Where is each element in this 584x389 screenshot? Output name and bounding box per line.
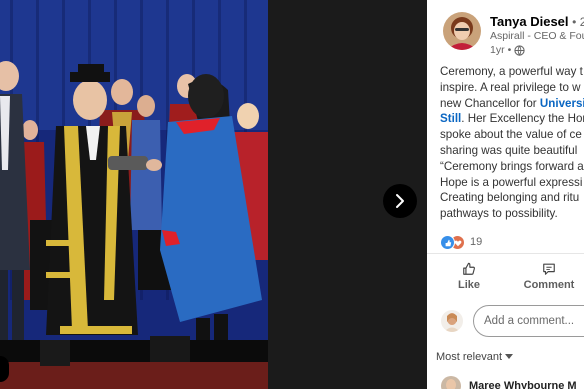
add-comment-input[interactable] [473, 305, 584, 337]
meta-separator: • [507, 44, 512, 56]
comment-label: Comment [523, 279, 575, 291]
ceremony-photo [0, 0, 268, 389]
post-text-line: “Ceremony brings forward a [440, 159, 584, 173]
post-text-line: Hope is a powerful expressi [440, 175, 583, 189]
university-link[interactable]: Universi [540, 97, 584, 110]
thumbs-up-icon [463, 262, 475, 275]
post-text-fragment: . Her Excellency the Hon [461, 112, 584, 126]
author-photo [443, 12, 481, 50]
commenter-photo [441, 376, 461, 389]
commenter-name[interactable]: Maree Whybourne M [469, 380, 577, 389]
like-label: Like [457, 279, 480, 291]
post-text-line: pathways to possibility. [440, 207, 558, 221]
author-name[interactable]: Tanya Diesel • 2n [490, 14, 584, 29]
comment-icon [543, 263, 555, 275]
globe-icon [514, 44, 525, 56]
post-text-line: new Chancellor for Universi [440, 96, 584, 112]
post-text-line: sharing was quite beautiful [440, 143, 578, 157]
comment-sort-dropdown[interactable]: Most relevant [436, 351, 514, 363]
current-user-avatar [441, 310, 463, 332]
next-image-button[interactable] [383, 184, 417, 218]
comment-item: Maree Whybourne M [441, 376, 577, 389]
post-viewer: Tanya Diesel • 2n Aspirall - CEO & Fou 1… [0, 0, 584, 389]
post-body: Ceremony, a powerful way t inspire. A re… [440, 64, 584, 222]
post-image-area [0, 0, 427, 389]
reaction-icons [440, 235, 466, 250]
chevron-right-icon [396, 194, 404, 208]
sort-label: Most relevant [436, 351, 503, 363]
comment-button[interactable]: Comment [513, 262, 584, 291]
post-text-line: Ceremony, a powerful way t [440, 65, 583, 78]
post-text-line: spoke about the value of ce [440, 128, 582, 142]
post-meta: 1yr • [490, 44, 525, 56]
author-headline: Aspirall - CEO & Fou [490, 30, 584, 42]
reactions-summary[interactable]: 19 [440, 235, 482, 250]
caret-down-icon [505, 354, 514, 359]
post-detail-panel: Tanya Diesel • 2n Aspirall - CEO & Fou 1… [427, 0, 584, 389]
actions-divider [427, 253, 584, 254]
post-text-fragment: new Chancellor for [440, 96, 540, 110]
current-user-photo [441, 310, 463, 332]
connection-degree: • 2n [572, 15, 584, 29]
author-avatar[interactable] [443, 12, 481, 50]
post-text-line: Still. Her Excellency the Hon [440, 111, 584, 127]
post-text-line: inspire. A real privilege to w [440, 80, 581, 94]
post-age: 1yr [490, 44, 505, 56]
author-name-text[interactable]: Tanya Diesel [490, 14, 569, 29]
like-icon [440, 235, 455, 250]
mention-link[interactable]: Still [440, 112, 461, 125]
like-button[interactable]: Like [445, 262, 493, 291]
commenter-avatar[interactable] [441, 376, 461, 389]
post-text-line: Creating belonging and ritu [440, 191, 580, 205]
reactions-count[interactable]: 19 [470, 236, 482, 248]
